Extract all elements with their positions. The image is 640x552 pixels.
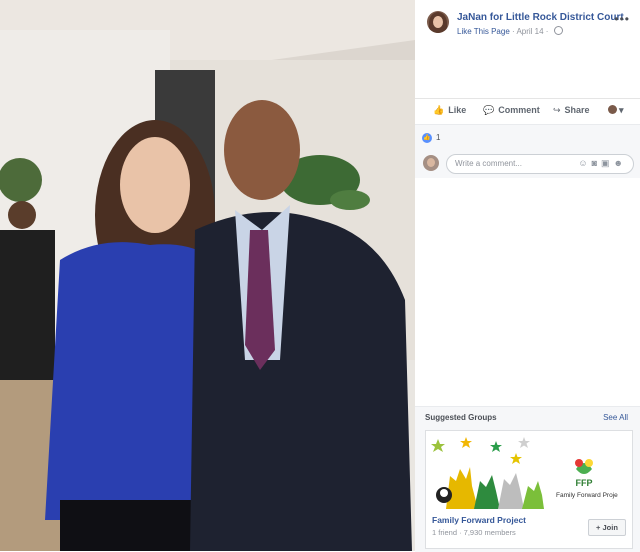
reaction-count[interactable]: 1 [436,133,440,142]
share-button[interactable]: ↪ Share [553,105,590,116]
sticker-icon[interactable]: ☻ [614,158,627,168]
group-cover-caption: Family Forward Proje [556,492,618,499]
share-icon: ↪ [553,105,561,115]
comment-button[interactable]: 💬 Comment [483,105,540,116]
group-cover-image[interactable]: FFP Family Forward Proje [426,431,632,509]
emoji-icon[interactable]: ☺ [578,158,591,168]
comment-button-label: Comment [498,105,540,115]
comment-input[interactable]: Write a comment... ☺◙▣☻ [446,154,634,174]
ffp-badge-text: FFP [576,478,593,488]
globe-icon [553,26,563,35]
post-photo[interactable] [0,0,415,551]
group-name-link[interactable]: Family Forward Project [432,515,526,525]
chevron-down-icon: ▾ [619,105,624,115]
photo-image [0,0,415,551]
post-actions-bar: 👍 Like 💬 Comment ↪ Share ▾ [415,98,640,125]
see-all-link[interactable]: See All [603,413,628,422]
group-card: FFP Family Forward Proje Family Forward … [425,430,633,549]
post-as-selector[interactable]: ▾ [608,105,624,116]
commenter-avatar [423,155,439,171]
suggested-groups-section: Suggested Groups See All FFP Family Forw… [415,406,640,552]
like-button[interactable]: 👍 Like [433,105,466,116]
join-group-button[interactable]: + Join [588,519,626,536]
post-as-avatar-icon [608,105,617,114]
meta-separator-2: · [543,27,551,36]
comment-tools: ☺◙▣☻ [578,158,627,169]
comment-icon: 💬 [483,105,495,115]
post-meta: Like This Page · April 14 · [457,26,563,36]
like-button-label: Like [448,105,467,115]
page-avatar[interactable] [427,11,449,33]
reactions-bar[interactable]: 👍 1 [415,124,640,152]
comment-placeholder: Write a comment... [455,159,522,168]
group-meta: 1 friend · 7,930 members [432,528,516,537]
post-side-panel: JaNan for Little Rock District Court Lik… [415,0,640,552]
comment-composer: Write a comment... ☺◙▣☻ [415,150,640,178]
post-date[interactable]: April 14 [516,27,543,36]
page-name-link[interactable]: JaNan for Little Rock District Court [457,12,624,23]
like-reaction-icon: 👍 [422,133,432,143]
share-button-label: Share [564,105,590,115]
gif-icon[interactable]: ▣ [601,158,614,168]
thumbs-up-icon: 👍 [433,105,445,115]
post-header: JaNan for Little Rock District Court Lik… [415,0,640,50]
more-dots-icon[interactable]: ••• [614,12,630,26]
camera-icon[interactable]: ◙ [592,158,601,168]
like-page-link[interactable]: Like This Page [457,27,510,36]
suggested-groups-title: Suggested Groups [425,413,497,422]
